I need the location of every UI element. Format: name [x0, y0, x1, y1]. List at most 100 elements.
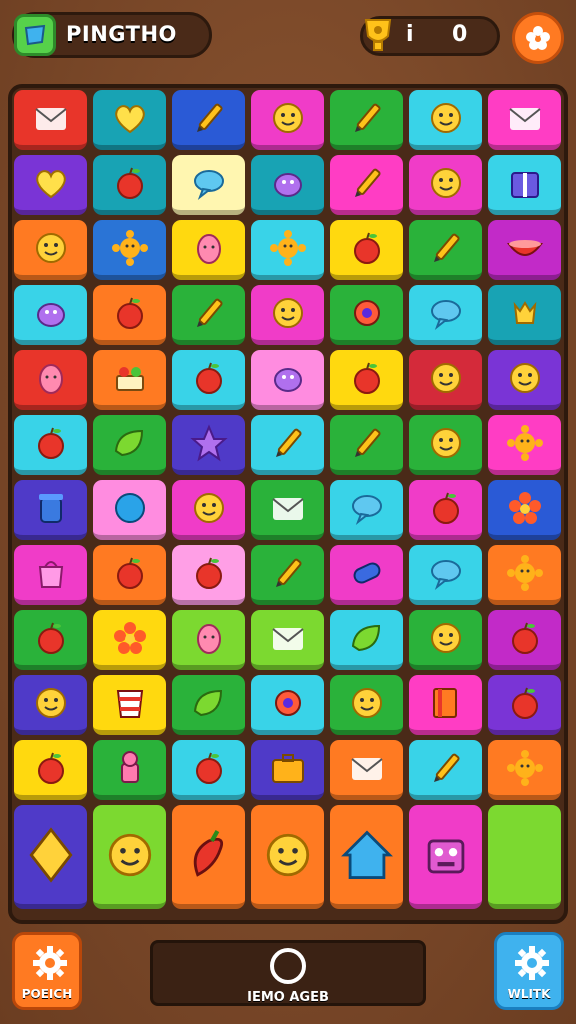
game-tile[interactable] — [330, 155, 403, 215]
game-tile[interactable] — [14, 415, 87, 475]
game-tile[interactable] — [330, 545, 403, 605]
game-tile[interactable] — [251, 610, 324, 670]
game-tile[interactable] — [14, 155, 87, 215]
game-tile[interactable] — [251, 90, 324, 150]
game-tile[interactable] — [488, 805, 561, 909]
tulip-icon — [503, 291, 547, 335]
game-tile[interactable] — [488, 610, 561, 670]
game-tile[interactable] — [330, 675, 403, 735]
game-tile[interactable] — [488, 415, 561, 475]
apple-icon — [29, 421, 73, 465]
level-icon[interactable] — [14, 14, 56, 56]
smiley-icon — [99, 824, 161, 886]
game-tile[interactable] — [93, 480, 166, 540]
game-tile[interactable] — [14, 350, 87, 410]
game-tile[interactable] — [409, 415, 482, 475]
shuffle-button[interactable]: POEICH — [12, 932, 82, 1010]
hint-button[interactable]: WLITK — [494, 932, 564, 1010]
game-tile[interactable] — [93, 610, 166, 670]
game-tile[interactable] — [330, 285, 403, 345]
game-tile[interactable] — [409, 610, 482, 670]
game-tile[interactable] — [93, 350, 166, 410]
game-tile[interactable] — [14, 805, 87, 909]
game-tile[interactable] — [488, 155, 561, 215]
game-tile[interactable] — [330, 740, 403, 800]
game-tile[interactable] — [409, 480, 482, 540]
game-tile[interactable] — [330, 480, 403, 540]
game-tile[interactable] — [251, 545, 324, 605]
game-tile[interactable] — [330, 610, 403, 670]
game-tile[interactable] — [14, 610, 87, 670]
game-tile[interactable] — [251, 480, 324, 540]
game-tile[interactable] — [488, 480, 561, 540]
game-tile[interactable] — [172, 90, 245, 150]
game-tile[interactable] — [172, 415, 245, 475]
creature-icon — [29, 291, 73, 335]
game-tile[interactable] — [172, 350, 245, 410]
flower-icon — [526, 26, 550, 50]
settings-button[interactable] — [512, 12, 564, 64]
game-tile[interactable] — [330, 415, 403, 475]
game-tile[interactable] — [93, 415, 166, 475]
basket-icon — [108, 356, 152, 400]
game-tile[interactable] — [409, 285, 482, 345]
game-tile[interactable] — [14, 90, 87, 150]
game-tile[interactable] — [93, 740, 166, 800]
game-tile[interactable] — [409, 350, 482, 410]
game-tile[interactable] — [409, 805, 482, 909]
game-tile[interactable] — [409, 675, 482, 735]
game-tile[interactable] — [93, 545, 166, 605]
game-tile[interactable] — [172, 545, 245, 605]
apple-icon — [345, 226, 389, 270]
game-tile[interactable] — [409, 220, 482, 280]
apple-icon — [108, 161, 152, 205]
game-tile[interactable] — [488, 350, 561, 410]
game-tile[interactable] — [330, 220, 403, 280]
game-tile[interactable] — [172, 740, 245, 800]
game-tile[interactable] — [14, 220, 87, 280]
game-tile[interactable] — [251, 220, 324, 280]
game-tile[interactable] — [251, 155, 324, 215]
game-tile[interactable] — [172, 220, 245, 280]
game-tile[interactable] — [14, 545, 87, 605]
game-tile[interactable] — [14, 740, 87, 800]
game-tile[interactable] — [93, 285, 166, 345]
top-bar: PINGTHO i 0 — [0, 0, 576, 80]
game-tile[interactable] — [172, 675, 245, 735]
game-tile[interactable] — [488, 285, 561, 345]
game-tile[interactable] — [172, 610, 245, 670]
game-tile[interactable] — [14, 285, 87, 345]
game-tile[interactable] — [251, 675, 324, 735]
game-tile[interactable] — [409, 545, 482, 605]
game-tile[interactable] — [251, 415, 324, 475]
game-tile[interactable] — [488, 740, 561, 800]
game-tile[interactable] — [488, 545, 561, 605]
smiley-icon — [424, 356, 468, 400]
game-tile[interactable] — [488, 675, 561, 735]
game-tile[interactable] — [93, 675, 166, 735]
game-tile[interactable] — [409, 155, 482, 215]
game-tile[interactable] — [488, 90, 561, 150]
game-tile[interactable] — [330, 805, 403, 909]
game-tile[interactable] — [330, 350, 403, 410]
game-tile[interactable] — [409, 740, 482, 800]
game-tile[interactable] — [93, 220, 166, 280]
game-tile[interactable] — [251, 740, 324, 800]
game-tile[interactable] — [251, 350, 324, 410]
game-tile[interactable] — [409, 90, 482, 150]
game-tile[interactable] — [488, 220, 561, 280]
game-tile[interactable] — [93, 155, 166, 215]
game-tile[interactable] — [330, 90, 403, 150]
game-tile[interactable] — [251, 285, 324, 345]
game-tile[interactable] — [14, 675, 87, 735]
game-tile[interactable] — [172, 805, 245, 909]
game-tile[interactable] — [172, 480, 245, 540]
game-tile[interactable] — [172, 155, 245, 215]
game-tile[interactable] — [93, 90, 166, 150]
circle-icon[interactable] — [270, 948, 306, 984]
game-tile[interactable] — [251, 805, 324, 909]
game-tile[interactable] — [14, 480, 87, 540]
game-tile[interactable] — [172, 285, 245, 345]
apple-icon — [424, 486, 468, 530]
game-tile[interactable] — [93, 805, 166, 909]
